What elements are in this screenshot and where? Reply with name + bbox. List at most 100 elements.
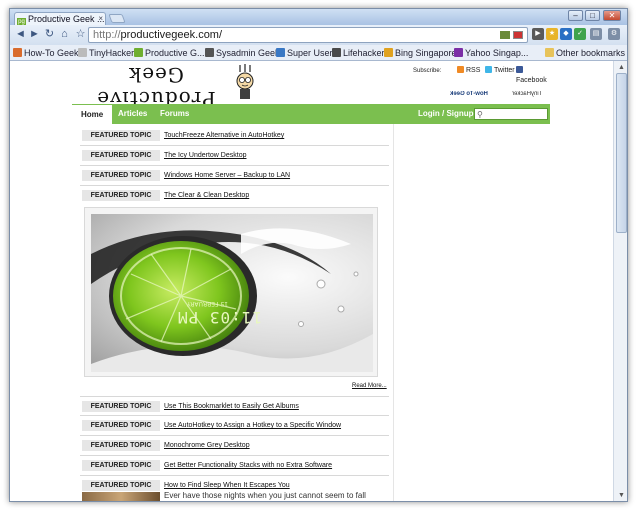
read-more-link[interactable]: Read More... <box>352 383 387 389</box>
howtogeek-partner-link[interactable]: How-To Geek <box>450 91 488 97</box>
bookmark-yahoo-singapore[interactable]: Yahoo Singap... <box>454 47 528 59</box>
tinyhacker-partner-link[interactable]: TinyHacker <box>512 91 542 97</box>
featured-row: FEATURED TOPIC Use This Bookmarklet to E… <box>80 396 389 416</box>
bookmark-bing-singapore[interactable]: Bing Singapore <box>384 47 457 59</box>
nav-forums[interactable]: Forums <box>160 104 189 124</box>
extension-icon[interactable]: ★ <box>546 28 558 40</box>
featured-row: FEATURED TOPIC The Clear & Clean Desktop <box>80 186 389 206</box>
browser-window: pg Productive Geek ... × – □ ✕ ◄ ► ↻ ⌂ ☆ … <box>9 8 628 502</box>
new-tab-button[interactable] <box>108 14 126 23</box>
site-nav: Home Articles Forums Login / Signup ⚲ <box>72 104 550 124</box>
lime-wallpaper-image: 11:03 PM 15 FEBRUARY <box>91 214 373 372</box>
article-thumbnail[interactable] <box>82 492 160 501</box>
bookmark-sysadmin-geek[interactable]: Sysadmin Geek <box>205 47 280 59</box>
sidebar <box>394 124 550 501</box>
nav-articles[interactable]: Articles <box>118 104 147 124</box>
scroll-up-icon[interactable]: ▲ <box>617 63 626 72</box>
address-bar[interactable]: http://productivegeek.com/ <box>88 27 528 43</box>
twitter-link[interactable]: Twitter <box>485 66 515 76</box>
article-link[interactable]: TouchFreeze Alternative in AutoHotkey <box>164 130 284 141</box>
subscribe-label: Subscribe: <box>413 68 442 74</box>
featured-topic-label: FEATURED TOPIC <box>82 420 160 431</box>
bookmark-favicon-icon <box>454 48 463 57</box>
maximize-button[interactable]: □ <box>585 10 600 21</box>
article-link[interactable]: The Icy Undertow Desktop <box>164 150 246 161</box>
featured-topic-label: FEATURED TOPIC <box>82 150 160 161</box>
featured-row: FEATURED TOPIC TouchFreeze Alternative i… <box>80 126 389 146</box>
article-link[interactable]: The Clear & Clean Desktop <box>164 190 249 201</box>
featured-row: FEATURED TOPIC Monochrome Grey Desktop <box>80 436 389 456</box>
bookmark-star-icon[interactable]: ☆ <box>74 28 87 41</box>
featured-topic-label: FEATURED TOPIC <box>82 190 160 201</box>
article-link[interactable]: Use AutoHotkey to Assign a Hotkey to a S… <box>164 420 341 431</box>
check-icon[interactable]: ✓ <box>574 28 586 40</box>
geek-mascot-icon <box>236 64 254 99</box>
bookmark-favicon-icon <box>78 48 87 57</box>
productive-geek-site: Productive Geek Subscribe: RSS Twitter F… <box>72 61 550 501</box>
back-icon[interactable]: ◄ <box>14 28 27 41</box>
bookmark-favicon-icon <box>205 48 214 57</box>
login-signup-link[interactable]: Login / Signup <box>418 104 474 124</box>
tab-title: Productive Geek ... <box>28 14 105 24</box>
search-icon: ⚲ <box>477 110 483 119</box>
featured-topic-label: FEATURED TOPIC <box>82 480 160 491</box>
featured-row: FEATURED TOPIC Get Better Functionality … <box>80 456 389 476</box>
scroll-down-icon[interactable]: ▼ <box>617 491 626 500</box>
folder-icon <box>545 48 554 57</box>
flag-icon <box>513 31 523 39</box>
rss-icon <box>457 66 464 73</box>
featured-topic-label: FEATURED TOPIC <box>82 460 160 471</box>
bookmark-favicon-icon <box>384 48 393 57</box>
featured-topic-label: FEATURED TOPIC <box>82 401 160 412</box>
title-bar: pg Productive Geek ... × – □ ✕ <box>10 9 627 25</box>
bookmark-sync-icon[interactable]: ◆ <box>560 28 572 40</box>
forward-icon[interactable]: ► <box>28 28 41 41</box>
featured-row: FEATURED TOPIC The Icy Undertow Desktop <box>80 146 389 166</box>
scrollbar-thumb[interactable] <box>616 73 627 233</box>
bookmark-productive-geek[interactable]: Productive G... <box>134 47 205 59</box>
article-link[interactable]: Get Better Functionality Stacks with no … <box>164 460 332 471</box>
article-link[interactable]: Windows Home Server – Backup to LAN <box>164 170 290 181</box>
bookmark-lifehacker[interactable]: Lifehacker <box>332 47 385 59</box>
featured-row: FEATURED TOPIC Windows Home Server – Bac… <box>80 166 389 186</box>
other-bookmarks-folder[interactable]: Other bookmarks <box>545 47 625 59</box>
page-menu-icon[interactable]: ▤ <box>590 28 602 40</box>
bookmarks-bar: How-To Geek TinyHacker Productive G... S… <box>10 45 627 61</box>
article-link[interactable]: Use This Bookmarklet to Easily Get Album… <box>164 401 299 412</box>
bookmark-favicon-icon <box>13 48 22 57</box>
bookmark-favicon-icon <box>276 48 285 57</box>
url-text[interactable]: http://productivegeek.com/ <box>93 29 222 42</box>
bookmark-favicon-icon <box>332 48 341 57</box>
bookmark-super-user[interactable]: Super User <box>276 47 333 59</box>
featured-topic-label: FEATURED TOPIC <box>82 440 160 451</box>
article-link[interactable]: Monochrome Grey Desktop <box>164 440 250 451</box>
tab-productive-geek[interactable]: pg Productive Geek ... × <box>14 12 106 25</box>
image-clock-text: 11:03 PM <box>177 308 263 327</box>
play-icon[interactable]: ▶ <box>532 28 544 40</box>
featured-image-frame[interactable]: 11:03 PM 15 FEBRUARY <box>84 207 378 377</box>
tab-close-icon[interactable]: × <box>98 13 103 25</box>
wrench-icon[interactable]: ⚙ <box>608 28 620 40</box>
article-link[interactable]: How to Find Sleep When It Escapes You <box>164 480 290 491</box>
site-search-input[interactable]: ⚲ <box>474 108 548 120</box>
rss-link[interactable]: RSS <box>457 66 480 76</box>
main-content: FEATURED TOPIC TouchFreeze Alternative i… <box>72 124 394 501</box>
favicon-icon: pg <box>17 18 26 25</box>
reload-icon[interactable]: ↻ <box>43 28 56 41</box>
bookmark-favicon-icon <box>134 48 143 57</box>
featured-topic-label: FEATURED TOPIC <box>82 130 160 141</box>
minimize-button[interactable]: – <box>568 10 583 21</box>
nav-home[interactable]: Home <box>72 104 113 124</box>
browser-toolbar: ◄ ► ↻ ⌂ ☆ http://productivegeek.com/ ▶ ★… <box>10 25 627 45</box>
home-icon[interactable]: ⌂ <box>58 28 71 41</box>
image-date-text: 15 FEBRUARY <box>187 300 229 307</box>
vertical-scrollbar[interactable]: ▲ ▼ <box>613 61 627 501</box>
page-action-icon[interactable] <box>500 31 510 39</box>
facebook-icon <box>516 66 523 73</box>
bookmark-tinyhacker[interactable]: TinyHacker <box>78 47 134 59</box>
bookmark-how-to-geek[interactable]: How-To Geek <box>13 47 79 59</box>
excerpt-text: Ever have those nights when you just can… <box>164 491 387 501</box>
close-window-button[interactable]: ✕ <box>603 10 621 21</box>
featured-row: FEATURED TOPIC Use AutoHotkey to Assign … <box>80 416 389 436</box>
facebook-link[interactable]: Facebook <box>516 66 550 86</box>
